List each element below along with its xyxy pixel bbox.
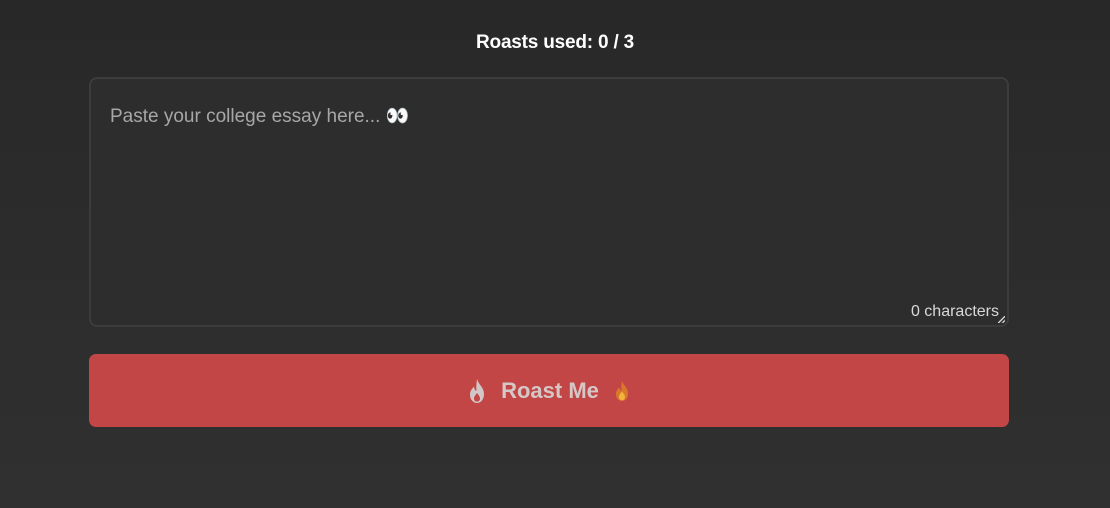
roast-me-label: Roast Me xyxy=(501,377,599,403)
essay-textarea-container: 0 characters xyxy=(89,77,1009,327)
essay-textarea[interactable] xyxy=(91,79,1007,325)
fire-emoji-icon xyxy=(613,380,631,402)
roast-me-button[interactable]: Roast Me xyxy=(89,354,1009,427)
flame-outline-icon xyxy=(467,378,487,404)
roasts-used-counter: Roasts used: 0 / 3 xyxy=(476,32,634,53)
resize-handle-icon[interactable] xyxy=(998,316,1005,323)
character-count: 0 characters xyxy=(910,303,999,320)
